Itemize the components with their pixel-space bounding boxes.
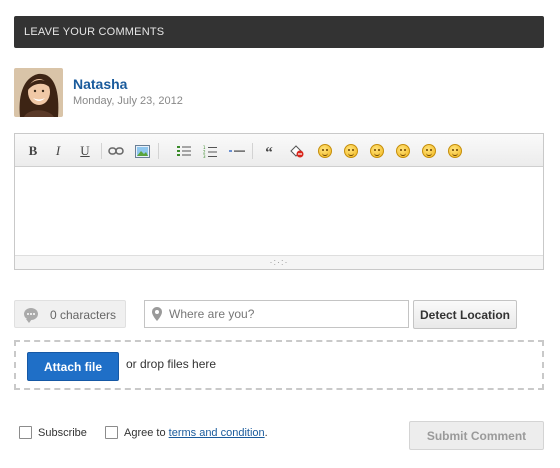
file-drop-zone[interactable]: Attach file or drop files here	[14, 340, 544, 390]
svg-text:3: 3	[203, 154, 206, 158]
comment-editor: B I U 123 “ ·:·:·	[14, 133, 544, 270]
link-icon[interactable]	[107, 142, 125, 160]
smiley-surprised-icon[interactable]	[368, 142, 386, 160]
toolbar-divider	[252, 143, 253, 159]
user-name: Natasha	[73, 76, 128, 92]
underline-label: U	[80, 143, 90, 158]
bold-label: B	[28, 143, 38, 158]
drop-files-text: or drop files here	[126, 357, 217, 371]
smiley-smile-icon[interactable]	[316, 142, 334, 160]
comment-bubble-icon	[24, 308, 38, 323]
smiley-tongue-icon[interactable]	[394, 142, 412, 160]
quote-icon[interactable]: “	[260, 142, 278, 160]
image-icon[interactable]	[133, 142, 151, 160]
character-count-text: 0 characters	[50, 308, 117, 322]
terms-checkbox[interactable]	[105, 426, 118, 439]
numbered-list-icon[interactable]: 123	[201, 142, 219, 160]
terms-prefix: Agree to	[124, 427, 169, 439]
comments-header: LEAVE YOUR COMMENTS	[14, 16, 544, 48]
terms-suffix: .	[264, 427, 268, 439]
user-avatar	[14, 68, 63, 117]
map-pin-icon	[152, 307, 162, 321]
italic-label: I	[55, 143, 61, 158]
terms-label: Agree to terms and condition.	[124, 427, 268, 439]
bold-icon[interactable]: B	[24, 142, 42, 160]
location-input[interactable]	[169, 301, 407, 327]
character-counter: 0 characters	[14, 300, 126, 328]
quote-label: “	[265, 144, 273, 161]
post-date: Monday, July 23, 2012	[73, 95, 183, 107]
editor-resize-handle[interactable]: ·:·:·	[15, 255, 543, 269]
location-field[interactable]	[144, 300, 409, 328]
horizontal-rule-icon[interactable]	[228, 142, 246, 160]
subscribe-checkbox[interactable]	[19, 426, 32, 439]
underline-icon[interactable]: U	[76, 142, 94, 160]
italic-icon[interactable]: I	[49, 142, 67, 160]
eraser-icon[interactable]	[288, 142, 306, 160]
smiley-sad-icon[interactable]	[420, 142, 438, 160]
toolbar-divider	[158, 143, 159, 159]
comments-header-title: LEAVE YOUR COMMENTS	[24, 26, 165, 38]
smiley-grin-icon[interactable]	[342, 142, 360, 160]
subscribe-label: Subscribe	[38, 427, 87, 439]
editor-toolbar: B I U 123 “	[15, 134, 543, 167]
submit-comment-button[interactable]: Submit Comment	[409, 421, 544, 450]
bullet-list-icon[interactable]	[175, 142, 193, 160]
smiley-wink-icon[interactable]	[446, 142, 464, 160]
comment-textarea[interactable]	[15, 168, 543, 256]
toolbar-divider	[101, 143, 102, 159]
attach-file-button[interactable]: Attach file	[27, 352, 119, 381]
detect-location-button[interactable]: Detect Location	[413, 300, 517, 329]
terms-link[interactable]: terms and condition	[169, 427, 265, 439]
